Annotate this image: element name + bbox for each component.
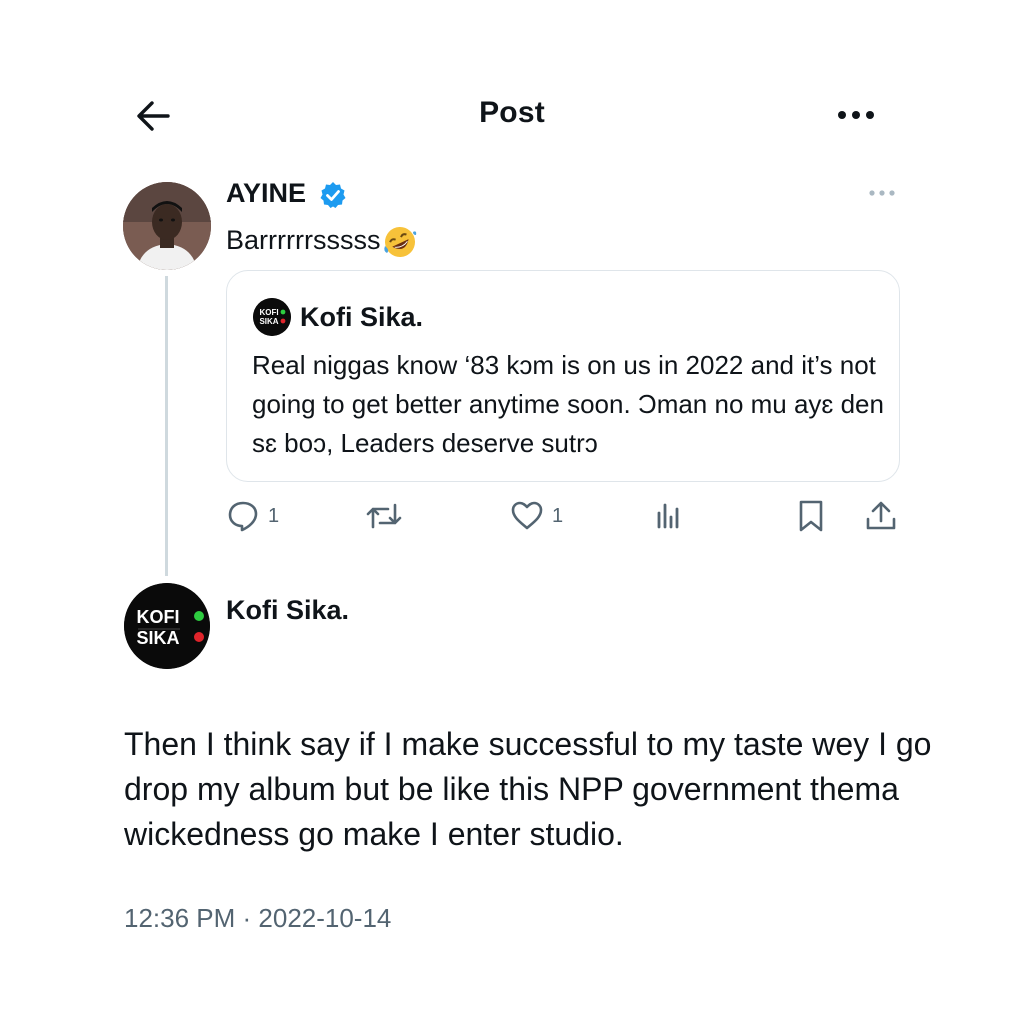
like-count: 1 (552, 504, 564, 527)
views-button[interactable] (652, 498, 686, 534)
heart-icon (511, 501, 543, 530)
avatar-logo-line2: SIKA (259, 317, 278, 326)
avatar[interactable]: KOFI SIKA (124, 583, 210, 669)
quoted-author-name: Kofi Sika. (300, 302, 424, 332)
rolling-laughing-emoji-icon (384, 227, 417, 257)
thread-line (165, 276, 168, 576)
quoted-tweet-text: Real niggas know ‘83 kɔm is on us in 202… (252, 350, 884, 458)
avatar[interactable] (123, 182, 211, 270)
tweet-text-content: Barrrrrrsssss (226, 224, 381, 255)
author-name[interactable]: AYINE (226, 178, 306, 209)
bar-chart-icon (657, 503, 679, 529)
more-options-button[interactable] (832, 100, 880, 130)
avatar-logo-line1: KOFI (259, 308, 278, 317)
bookmark-icon (799, 500, 823, 532)
retweet-button[interactable] (364, 498, 412, 534)
timestamp[interactable]: 12:36 PM · 2022-10-14 (124, 903, 391, 934)
reply-button[interactable]: 1 (226, 498, 279, 534)
verified-badge-icon (319, 181, 347, 209)
tweet-more-button[interactable] (864, 184, 900, 202)
author-name[interactable]: Kofi Sika. (226, 595, 349, 626)
reply-count: 1 (268, 504, 280, 527)
avatar-logo-line1: KOFI (137, 607, 180, 627)
tweet-text: Then I think say if I make successful to… (124, 726, 932, 852)
tweet-text: Barrrrrrsssss (226, 220, 418, 260)
bookmark-button[interactable] (796, 498, 826, 534)
retweet-icon (366, 503, 402, 529)
more-horizontal-icon (838, 111, 874, 119)
profile-photo-icon (123, 182, 211, 270)
share-icon (866, 501, 896, 530)
reply-icon (228, 501, 258, 532)
avatar-logo-line2: SIKA (136, 628, 179, 648)
more-horizontal-icon (869, 190, 895, 196)
quoted-author-avatar: KOFI SIKA (253, 298, 291, 336)
share-button[interactable] (864, 498, 898, 534)
like-button[interactable]: 1 (510, 498, 563, 534)
